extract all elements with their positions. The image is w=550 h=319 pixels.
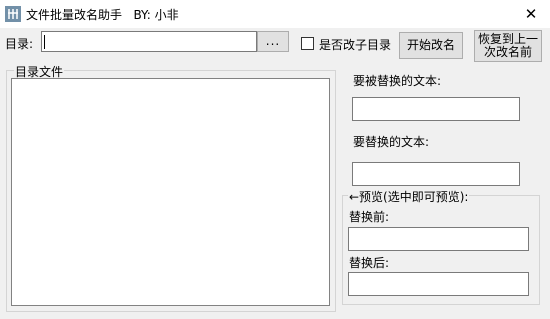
close-button[interactable]: ✕: [520, 4, 542, 24]
subdir-checkbox[interactable]: [301, 37, 314, 50]
preview-group-title: ←预览(选中即可预览):: [348, 188, 470, 205]
find-text-label: 要被替换的文本:: [353, 74, 442, 88]
browse-button[interactable]: ...: [257, 31, 289, 52]
text-caret: [44, 35, 45, 49]
replace-text-label: 要替换的文本:: [353, 135, 430, 149]
subdir-checkbox-label[interactable]: 是否改子目录: [319, 36, 391, 53]
before-preview-field[interactable]: [348, 227, 529, 251]
file-list[interactable]: [11, 78, 330, 306]
replace-text-input[interactable]: [352, 162, 520, 186]
find-text-input[interactable]: [352, 97, 520, 121]
restore-button[interactable]: 恢复到上一 次改名前: [474, 30, 542, 62]
dir-input[interactable]: [41, 31, 257, 52]
restore-button-line2: 次改名前: [483, 45, 532, 59]
after-preview-field[interactable]: [348, 272, 529, 296]
window-title: 文件批量改名助手 BY: 小非: [26, 8, 179, 22]
dir-label: 目录:: [5, 37, 34, 51]
start-rename-button[interactable]: 开始改名: [399, 32, 463, 59]
app-icon: [5, 6, 21, 22]
before-label: 替换前:: [349, 210, 390, 224]
after-label: 替换后:: [349, 256, 390, 270]
close-icon: ✕: [524, 5, 538, 23]
